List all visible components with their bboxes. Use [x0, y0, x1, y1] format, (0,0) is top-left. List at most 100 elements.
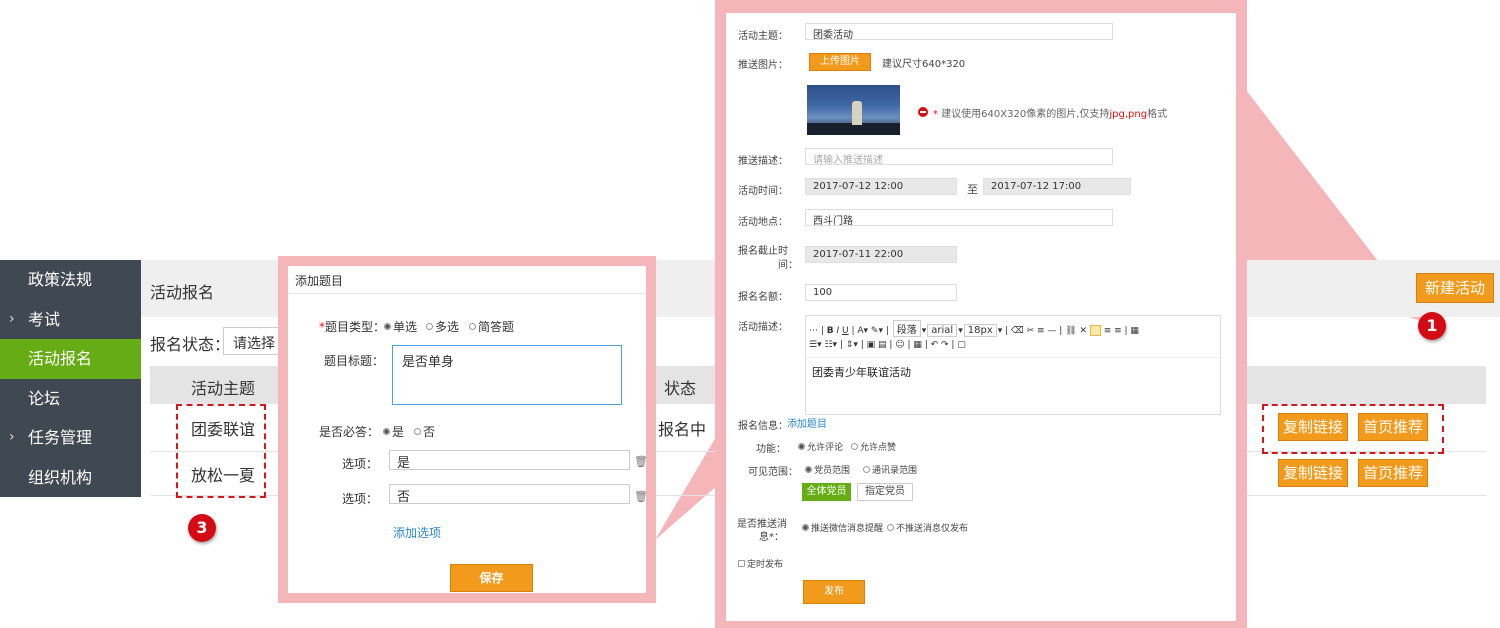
- new-activity-button[interactable]: 新建活动: [1416, 273, 1494, 303]
- start-time-input[interactable]: 2017-07-12 12:00: [805, 178, 957, 195]
- no-push-option[interactable]: 不推送消息仅发布: [887, 521, 968, 534]
- homepage-recommend-button[interactable]: 首页推荐: [1358, 459, 1428, 487]
- end-time-input[interactable]: 2017-07-12 17:00: [983, 178, 1131, 195]
- toolbar-row[interactable]: ⋯ | B I U | A▾ ✎▾ | 段落 ▾ arial ▾ 18px ▾ | ⌫ ✂…: [809, 320, 1139, 337]
- dialog-title: 添加题目: [295, 274, 344, 288]
- checkbox-icon: [738, 560, 745, 567]
- radio-checked-icon: [383, 428, 390, 435]
- radio-unchecked-icon: [851, 443, 858, 450]
- sidebar-item-label: 组织机构: [28, 467, 93, 487]
- question-title-input[interactable]: 是否单身: [392, 345, 622, 405]
- copy-link-button[interactable]: 复制链接: [1278, 459, 1348, 487]
- upload-image-button[interactable]: 上传图片: [809, 53, 871, 71]
- radio-checked-icon: [798, 443, 805, 450]
- scope-contacts-option[interactable]: 通讯录范围: [863, 463, 917, 476]
- radio-single[interactable]: 单选: [384, 318, 417, 335]
- push-desc-label: 推送描述：: [738, 156, 788, 167]
- step-marker-3: 3: [188, 514, 216, 542]
- deadline-label: 间：: [778, 260, 798, 271]
- divider: [288, 293, 646, 294]
- size-hint: 建议尺寸640*320: [882, 59, 966, 70]
- radio-multiple[interactable]: 多选: [426, 318, 459, 335]
- radio-checked-icon: [384, 323, 391, 330]
- push-wechat-option[interactable]: 推送微信消息提醒: [802, 521, 883, 534]
- sidebar-item-label: 政策法规: [28, 270, 93, 289]
- sidebar-item-label: 论坛: [28, 388, 61, 408]
- image-format-hint: * 建议使用640X320像素的图片,仅支持jpg,png格式: [933, 109, 1168, 120]
- option-input[interactable]: 是: [389, 450, 630, 471]
- add-question-panel: 添加题目 *题目类型： 单选 多选 简答题 题目标题： 是否单身 是否必答： 是…: [278, 256, 656, 603]
- step-marker-1: 1: [1418, 312, 1446, 340]
- content-label: 活动描述：: [738, 322, 788, 333]
- option-input[interactable]: 否: [389, 484, 630, 505]
- pick-members-button[interactable]: 指定党员: [857, 483, 913, 501]
- sidebar-item-tasks[interactable]: › 任务管理: [0, 418, 141, 458]
- highlight-actions: [1262, 404, 1444, 454]
- page-title: 活动报名: [150, 283, 215, 302]
- deadline-input[interactable]: 2017-07-11 22:00: [805, 246, 957, 263]
- sidebar: 政策法规 › 考试 活动报名 论坛 › 任务管理 组织机构: [0, 260, 141, 497]
- add-question-dialog: 添加题目 *题目类型： 单选 多选 简答题 题目标题： 是否单身 是否必答： 是…: [288, 266, 648, 593]
- radio-short-answer[interactable]: 简答题: [469, 318, 514, 335]
- trash-icon[interactable]: 🗑: [634, 455, 648, 468]
- column-header-subject: 活动主题: [191, 379, 256, 398]
- column-header-status: 状态: [664, 379, 697, 398]
- toolbar-row[interactable]: ☰▾ ☷▾ | ⇕▾ | ▣ ▤ | ☺ | ▦ | ↶ ↷ | ▢: [809, 340, 966, 350]
- allow-like-option[interactable]: 允许点赞: [851, 440, 896, 453]
- sidebar-item-forum[interactable]: 论坛: [0, 379, 141, 419]
- trash-icon[interactable]: 🗑: [634, 490, 648, 503]
- sidebar-item-exam[interactable]: › 考试: [0, 300, 141, 340]
- cover-image-thumbnail: [807, 85, 900, 135]
- highlight-subjects: [176, 404, 266, 498]
- scheduled-publish-checkbox[interactable]: 定时发布: [738, 557, 783, 570]
- sidebar-item-organization[interactable]: 组织机构: [0, 458, 141, 498]
- radio-unchecked-icon: [414, 428, 421, 435]
- scope-party-option[interactable]: 党员范围: [805, 463, 850, 476]
- status-filter-select[interactable]: 请选择: [223, 327, 283, 355]
- quota-input[interactable]: 100: [805, 284, 957, 301]
- add-question-link[interactable]: 添加题目: [787, 415, 827, 430]
- allow-comment-option[interactable]: 允许评论: [798, 440, 843, 453]
- save-button[interactable]: 保存: [450, 564, 533, 592]
- sidebar-item-label: 考试: [28, 309, 61, 329]
- location-label: 活动地点：: [738, 217, 788, 228]
- quota-label: 报名名额：: [738, 292, 788, 303]
- remove-circle-icon[interactable]: [918, 107, 928, 117]
- option-label: 选项：: [342, 492, 379, 506]
- subject-input[interactable]: 团委活动: [805, 23, 1113, 40]
- sidebar-item-policy[interactable]: 政策法规: [0, 260, 141, 300]
- question-type-label: *题目类型：: [319, 320, 386, 334]
- option-label: 选项：: [342, 457, 379, 471]
- chevron-right-icon: ›: [9, 310, 15, 327]
- radio-unchecked-icon: [469, 323, 476, 330]
- location-input[interactable]: 西斗门路: [805, 209, 1113, 226]
- subject-label: 活动主题：: [738, 31, 788, 42]
- radio-required-yes[interactable]: 是: [383, 423, 404, 440]
- time-label: 活动时间：: [738, 186, 788, 197]
- radio-unchecked-icon: [887, 524, 894, 531]
- all-members-button[interactable]: 全体党员: [802, 483, 851, 501]
- radio-checked-icon: [805, 466, 812, 473]
- radio-unchecked-icon: [426, 323, 433, 330]
- signup-info-label: 报名信息：: [738, 421, 788, 432]
- row-status: 报名中: [658, 420, 707, 439]
- scope-label: 可见范围：: [748, 467, 798, 478]
- chevron-right-icon: ›: [9, 429, 15, 445]
- editor-toolbar: ⋯ | B I U | A▾ ✎▾ | 段落 ▾ arial ▾ 18px ▾ | ⌫ ✂…: [806, 316, 1220, 358]
- sidebar-item-label: 活动报名: [28, 349, 93, 368]
- activity-form: 活动主题： 团委活动 推送图片： 上传图片 建议尺寸640*320 * 建议使用…: [726, 13, 1236, 621]
- time-separator: 至: [967, 183, 978, 196]
- editor-content[interactable]: 团委青少年联谊活动: [812, 364, 911, 380]
- required-label: 是否必答：: [319, 425, 380, 439]
- publish-button[interactable]: 发布: [803, 580, 865, 604]
- sidebar-item-label: 任务管理: [28, 428, 93, 447]
- rich-text-editor[interactable]: ⋯ | B I U | A▾ ✎▾ | 段落 ▾ arial ▾ 18px ▾ | ⌫ ✂…: [805, 315, 1221, 415]
- function-label: 功能：: [756, 444, 786, 455]
- radio-checked-icon: [802, 524, 809, 531]
- sidebar-item-activity-signup[interactable]: 活动报名: [0, 339, 141, 379]
- push-desc-input[interactable]: 请输入推送描述: [805, 148, 1113, 165]
- add-option-link[interactable]: 添加选项: [393, 524, 441, 541]
- filter-label: 报名状态：: [150, 335, 231, 354]
- activity-form-panel: 活动主题： 团委活动 推送图片： 上传图片 建议尺寸640*320 * 建议使用…: [715, 0, 1247, 628]
- radio-required-no[interactable]: 否: [414, 423, 435, 440]
